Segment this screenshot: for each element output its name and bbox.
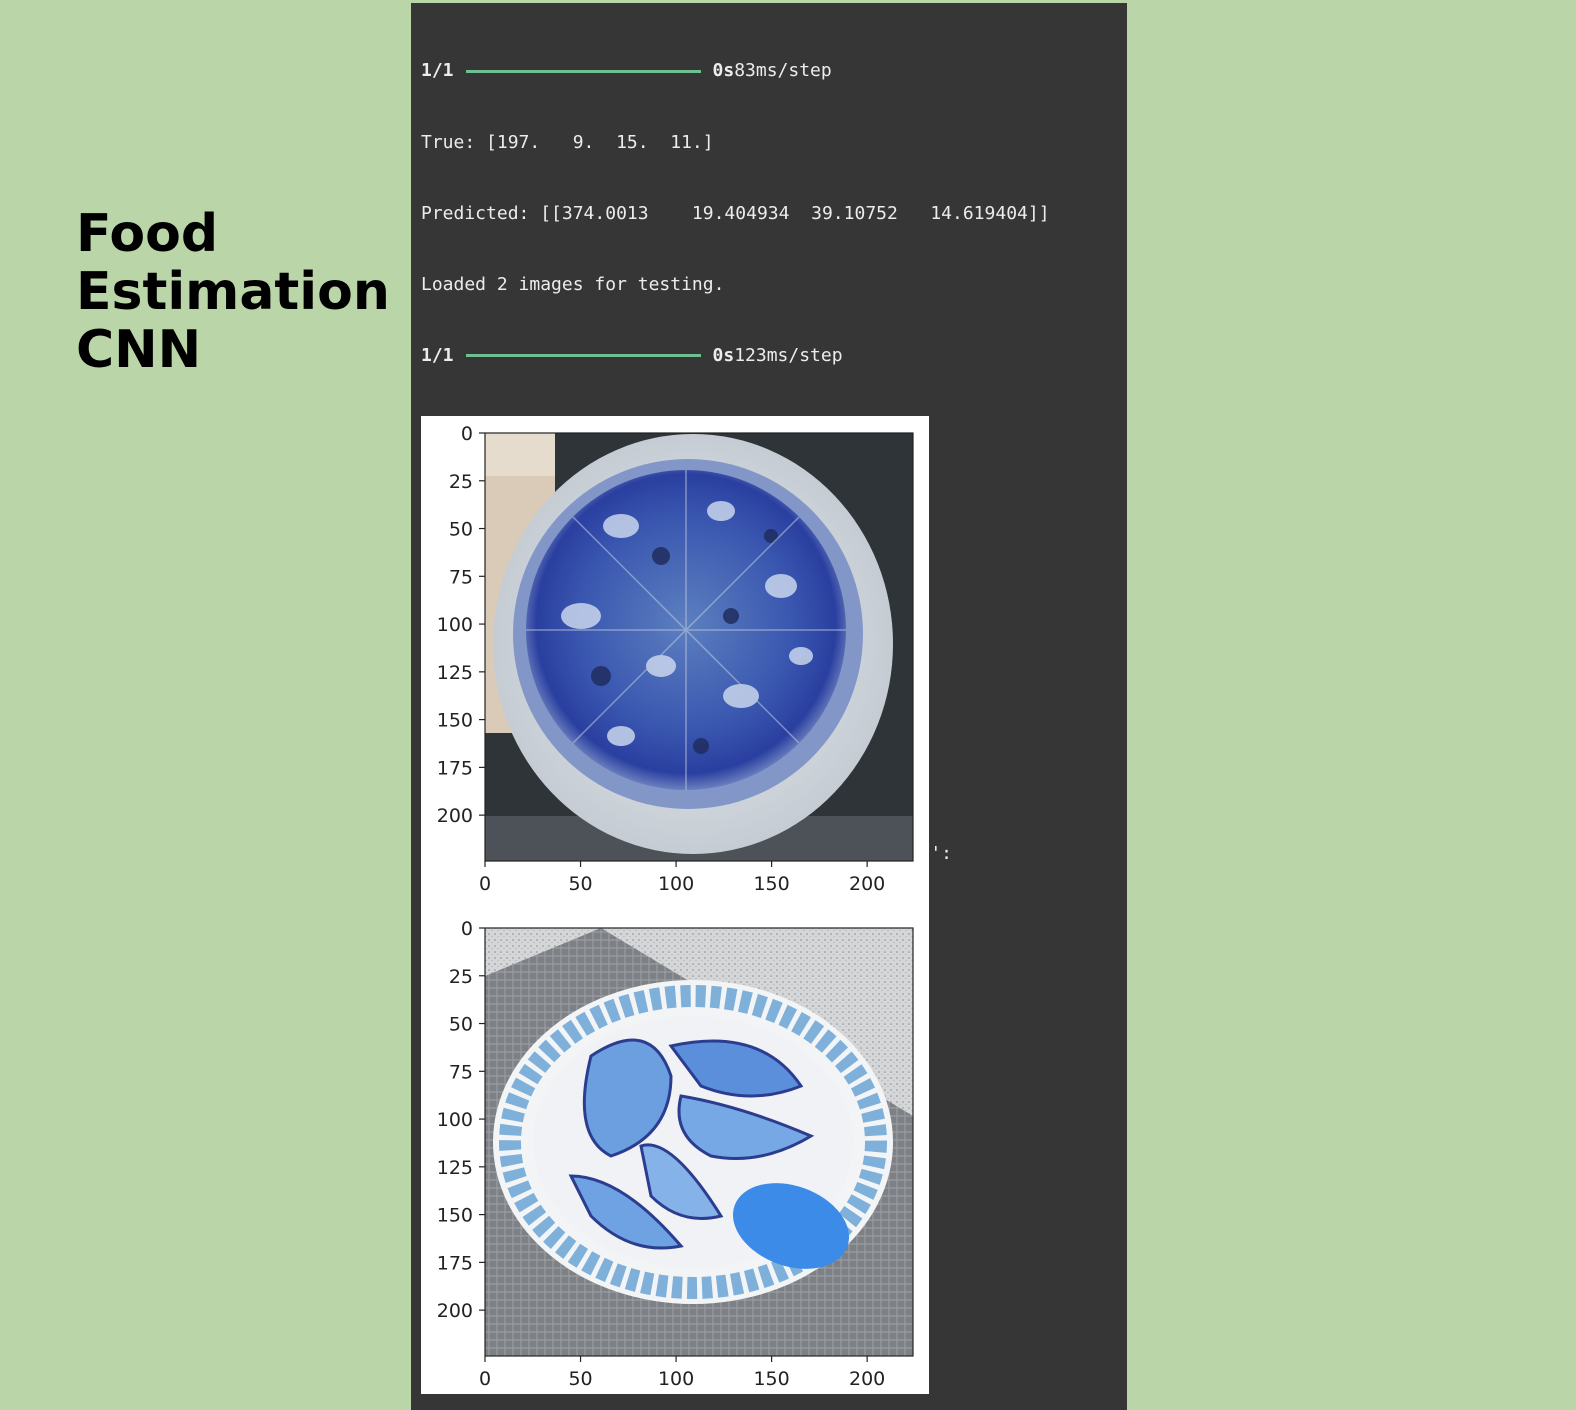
x-tick-label: 100 [658, 873, 694, 895]
loaded-images-line: Loaded 2 images for testing. [421, 273, 725, 295]
y-tick-label: 200 [437, 805, 473, 827]
progress-bar [465, 354, 701, 358]
title-line-1: Food [76, 204, 219, 264]
y-tick-label: 200 [437, 1300, 473, 1322]
slide-title: Food Estimation CNN [76, 205, 390, 379]
peaches-image [485, 928, 913, 1356]
y-tick-label: 175 [437, 1252, 473, 1274]
progress-count: 1/1 [421, 60, 454, 82]
y-tick-label: 25 [449, 471, 473, 493]
y-tick-label: 25 [449, 966, 473, 988]
y-tick-label: 150 [437, 1205, 473, 1227]
x-tick-label: 150 [753, 1368, 789, 1390]
y-tick-label: 50 [449, 519, 473, 541]
figure-svg: 0 50 100 150 200 0 25 50 75 100 125 150 175 200 0 50 100… [437, 423, 914, 1390]
y-tick-label: 100 [437, 614, 473, 636]
x-tick-label: 0 [479, 1368, 491, 1390]
title-line-2: Estimation [76, 262, 390, 322]
y-tick-label: 75 [449, 1061, 473, 1083]
y-tick-label: 125 [437, 1157, 473, 1179]
y-tick-label: 125 [437, 662, 473, 684]
x-tick-label: 50 [568, 1368, 592, 1390]
x-tick-label: 100 [658, 1368, 694, 1390]
y-tick-label: 0 [461, 918, 473, 940]
matplotlib-figure: 0 50 100 150 200 0 25 50 75 100 125 150 175 200 0 50 100… [421, 416, 929, 1394]
y-tick-label: 100 [437, 1109, 473, 1131]
progress-line-2: 1/1 0s 123ms/step [421, 344, 1121, 368]
progress-bar [465, 69, 701, 73]
x-tick-label: 50 [568, 873, 592, 895]
progress-time: 0s [712, 344, 735, 366]
y-tick-label: 150 [437, 710, 473, 732]
y-tick-label: 50 [449, 1014, 473, 1036]
x-tick-label: 150 [753, 873, 789, 895]
true-values-line: True: [197. 9. 15. 11.] [421, 131, 714, 153]
x-tick-label: 200 [849, 1368, 885, 1390]
x-tick-label: 200 [849, 873, 885, 895]
progress-rate: 123ms/step [734, 344, 843, 366]
progress-count: 1/1 [421, 344, 454, 366]
x-tick-label: 0 [479, 873, 491, 895]
progress-rate: 83ms/step [734, 60, 832, 82]
predicted-values-line: Predicted: [[374.0013 19.404934 39.10752… [421, 202, 1050, 224]
progress-line-1: 1/1 0s 83ms/step [421, 59, 1121, 83]
y-tick-label: 75 [449, 566, 473, 588]
progress-time: 0s [712, 60, 735, 82]
y-tick-label: 0 [461, 423, 473, 445]
title-line-3: CNN [76, 320, 202, 380]
pizza-image [485, 433, 913, 861]
y-tick-label: 175 [437, 757, 473, 779]
